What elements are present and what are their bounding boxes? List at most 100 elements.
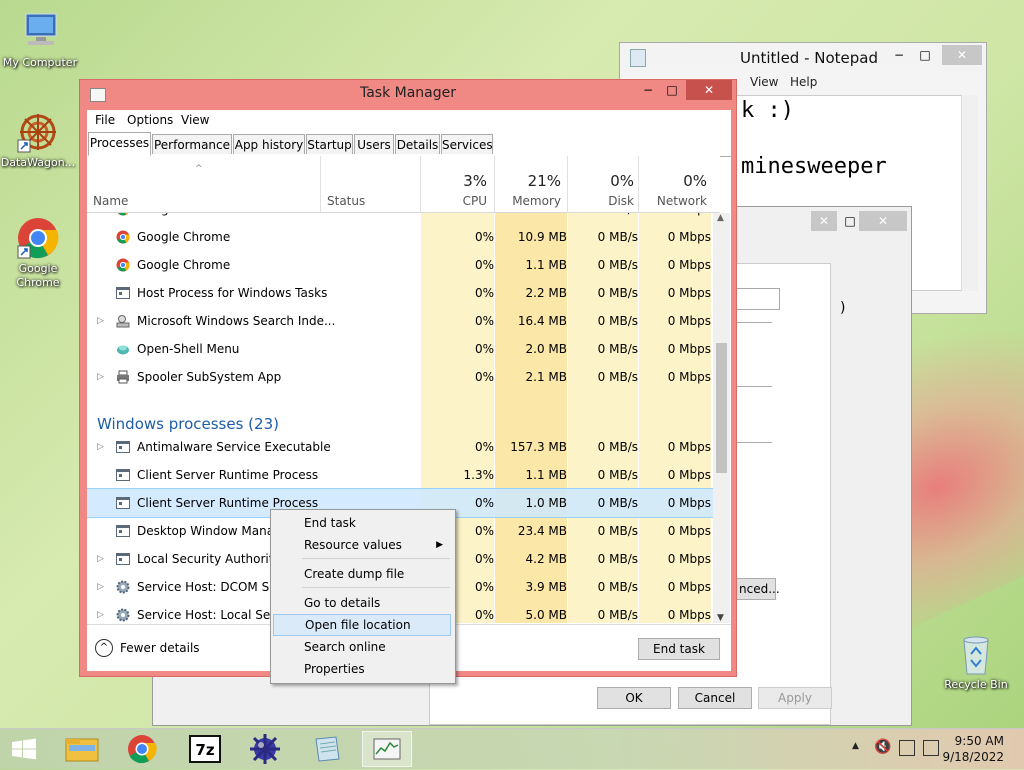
process-cpu: 0% [474,230,494,244]
clock-date: 9/18/2022 [942,750,1004,764]
tab-app-history[interactable]: App history [233,134,305,154]
scrollbar-thumb[interactable] [716,343,727,473]
close-button[interactable]: ✕ [686,80,732,100]
maximize-button[interactable]: □ [843,211,857,231]
menu-options[interactable]: Options [127,113,173,127]
menu-view[interactable]: View [750,75,778,89]
minimize-button[interactable]: − [886,45,912,65]
process-network: 0 Mbps [639,213,711,223]
taskbar-clock[interactable]: 9:50 AM 9/18/2022 [942,733,1004,765]
group-header-windows-processes[interactable]: Windows processes (23) [97,415,279,433]
window-icon [116,440,130,454]
tab-processes[interactable]: Processes [88,132,151,156]
process-network: 0 Mbps [667,258,711,272]
column-memory[interactable]: Memory [495,194,561,208]
tab-services[interactable]: Services [441,134,493,154]
context-menu-item-label: Go to details [304,596,381,610]
taskbar-7zip[interactable]: 7z [180,731,230,767]
close-button-2[interactable]: ✕ [859,211,907,231]
notepad-scrollbar[interactable] [961,95,978,291]
table-row[interactable]: ▷ Spooler SubSystem App 0% 2.1 MB 0 MB/s 0 Mb… [87,363,720,391]
process-network: 0 Mbps [667,314,711,328]
context-menu-item[interactable]: Go to details [273,592,451,614]
menubar: File Options View [87,110,731,132]
tab-details[interactable]: Details [395,134,440,154]
context-menu-item[interactable]: Search online [273,636,451,658]
expand-arrow-icon[interactable]: ▷ [97,433,104,461]
maximize-button[interactable]: □ [912,45,938,65]
column-disk[interactable]: Disk [568,194,634,208]
scroll-up-icon[interactable]: ▲ [717,213,724,223]
process-name: Google Chrome [137,230,231,244]
table-row[interactable]: ▷ Microsoft Windows Search Inde... 0% 16.4 … [87,307,720,335]
menu-view[interactable]: View [181,113,209,127]
process-network: 0 Mbps [667,496,711,510]
process-name: Antimalware Service Executable [137,440,331,454]
close-button[interactable]: ✕ [942,45,982,65]
column-name[interactable]: Name [93,194,128,208]
expand-arrow-icon[interactable]: ▷ [97,601,104,623]
clock-time: 9:50 AM [954,734,1004,748]
table-row[interactable]: ▷ Antimalware Service Executable 0% 157.3 M… [87,433,720,461]
desktop-icon-datawagon[interactable]: DataWagon... [0,110,76,170]
context-menu[interactable]: End task Resource values ▶ Create dump file… [270,509,456,684]
minesweeper-icon [250,734,280,764]
close-button[interactable]: ✕ [811,211,837,231]
network-icon[interactable] [899,740,915,756]
context-menu-item[interactable]: Properties [273,658,451,680]
taskbar-notepad[interactable] [302,731,352,767]
taskbar-minesweeper[interactable] [240,731,290,767]
expand-arrow-icon[interactable]: ▷ [97,545,104,573]
table-row[interactable]: Open-Shell Menu 0% 2.0 MB 0 MB/s 0 Mbps [87,335,720,363]
action-center-icon[interactable] [923,740,939,756]
process-memory: 2.0 MB [525,342,567,356]
taskbar-file-explorer[interactable] [57,731,107,767]
expand-arrow-icon[interactable]: ▷ [97,363,104,391]
process-list-scrollbar[interactable]: ▲ ▼ [713,213,730,623]
context-menu-item[interactable]: Open file location [273,614,451,636]
scroll-down-icon[interactable]: ▼ [717,613,724,623]
process-memory: 2.2 MB [525,286,567,300]
ok-button[interactable]: OK [597,687,671,709]
column-status[interactable]: Status [327,194,365,208]
context-menu-item[interactable]: Create dump file [273,563,451,585]
desktop-icon-google-chrome[interactable]: Google Chrome [0,216,76,290]
volume-muted-icon[interactable]: 🔇 [874,739,891,755]
desktop-icon-my-computer[interactable]: My Computer [2,10,78,70]
tab-performance[interactable]: Performance [152,134,232,154]
chevron-up-icon[interactable]: ^ [95,639,113,657]
maximize-button[interactable]: □ [660,80,684,100]
notepad-titlebar[interactable]: Untitled - Notepad − □ ✕ [620,43,986,71]
menu-file[interactable]: File [95,113,115,127]
tab-users[interactable]: Users [354,134,394,154]
expand-arrow-icon[interactable]: ▷ [97,307,104,335]
menu-help[interactable]: Help [790,75,817,89]
table-row[interactable]: Google Chrome 0%6.0 MB0 MB/s0 Mbps [87,213,720,223]
text-field[interactable] [736,288,780,310]
fewer-details-link[interactable]: Fewer details [120,641,200,655]
apply-button[interactable]: Apply [758,687,832,709]
task-manager-titlebar[interactable]: Task Manager − □ ✕ [80,80,736,110]
table-row[interactable]: Google Chrome 0% 10.9 MB 0 MB/s 0 Mbps [87,223,720,251]
desktop-icon-recycle-bin[interactable]: Recycle Bin [938,632,1014,692]
column-cpu[interactable]: CPU [421,194,487,208]
notepad-line-1: k :) [741,98,794,123]
desktop-icon-label: Google Chrome [16,262,60,289]
taskbar-task-manager[interactable] [362,731,412,767]
show-hidden-icons-icon[interactable]: ▲ [852,741,859,751]
printer-icon [116,370,130,384]
context-menu-item[interactable]: Resource values ▶ [273,534,451,556]
context-menu-item[interactable]: End task [273,512,451,534]
table-row[interactable]: Google Chrome 0% 1.1 MB 0 MB/s 0 Mbps [87,251,720,279]
start-button[interactable] [0,731,48,767]
end-task-button[interactable]: End task [638,638,720,660]
table-row[interactable]: Client Server Runtime Process 1.3% 1.1 MB 0… [87,461,720,489]
column-network[interactable]: Network [639,194,707,208]
advanced-button[interactable]: nced... [736,578,780,600]
expand-arrow-icon[interactable]: ▷ [97,573,104,601]
cancel-button[interactable]: Cancel [678,687,752,709]
tab-startup[interactable]: Startup [306,134,353,154]
minimize-button[interactable]: − [636,80,660,100]
taskbar-google-chrome[interactable] [117,731,167,767]
table-row[interactable]: Host Process for Windows Tasks 0% 2.2 MB 0 … [87,279,720,307]
